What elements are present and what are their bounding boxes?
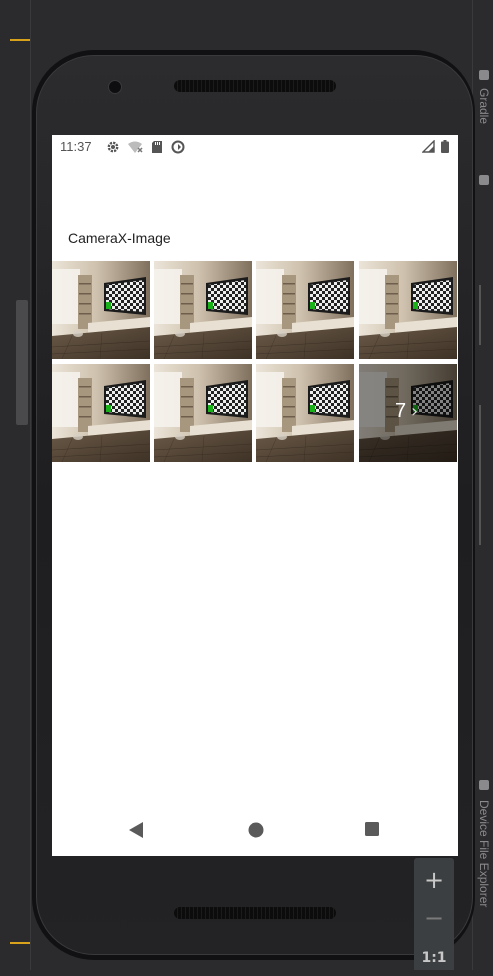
status-bar: 11:37: [52, 135, 458, 159]
ide-right-toolbar: Gradle Device File Explorer: [472, 0, 493, 970]
zoom-out-button[interactable]: −: [414, 900, 454, 936]
more-overlay: [359, 364, 457, 462]
thumbnail-image[interactable]: [52, 261, 150, 359]
ide-left-scrollbar[interactable]: [16, 300, 28, 425]
thumbnail-image[interactable]: [154, 364, 252, 462]
gear-icon: [107, 141, 119, 153]
device-file-explorer-tab[interactable]: Device File Explorer: [477, 800, 491, 907]
bottom-speaker: [174, 907, 336, 919]
thumbnail-image[interactable]: [359, 261, 457, 359]
emulator-scroll-indicator[interactable]: [479, 405, 481, 545]
recents-icon[interactable]: [364, 821, 380, 837]
sync-icon: [171, 140, 185, 154]
thumbnail-image[interactable]: [154, 261, 252, 359]
signal-icon: [422, 140, 435, 153]
gradle-icon[interactable]: [479, 70, 489, 80]
wifi-off-icon: [128, 141, 143, 153]
emulator-scroll-indicator-top[interactable]: [479, 285, 481, 345]
battery-icon: [441, 140, 449, 153]
status-time: 11:37: [60, 139, 92, 154]
more-images-tile[interactable]: 7 ›: [359, 364, 457, 462]
actual-size-button[interactable]: 1:1: [414, 940, 454, 976]
home-icon[interactable]: [247, 821, 265, 839]
earpiece-speaker: [174, 80, 336, 92]
sd-card-icon: [152, 141, 162, 153]
page-title: CameraX-Image: [68, 230, 171, 246]
thumbnail-image[interactable]: [256, 364, 354, 462]
thumbnail-image[interactable]: [52, 364, 150, 462]
gutter-marker-top: [10, 39, 30, 41]
ide-left-gutter: [0, 0, 31, 970]
back-icon[interactable]: [128, 821, 144, 839]
device-explorer-icon[interactable]: [479, 780, 489, 790]
zoom-in-button[interactable]: +: [414, 862, 454, 898]
zoom-controls: + − 1:1: [414, 858, 454, 970]
system-nav-bar: [52, 811, 458, 851]
thumbnail-grid: 7 ›: [52, 261, 458, 462]
gutter-marker-bottom: [10, 942, 30, 944]
front-camera: [108, 80, 122, 94]
more-count: 7: [395, 400, 407, 422]
assistant-icon[interactable]: [479, 175, 489, 185]
device-screen: 11:37 CameraX-Image 7 ›: [52, 135, 458, 856]
thumbnail-image[interactable]: [256, 261, 354, 359]
gradle-tab[interactable]: Gradle: [477, 88, 491, 124]
chevron-right-icon: ›: [411, 401, 419, 422]
